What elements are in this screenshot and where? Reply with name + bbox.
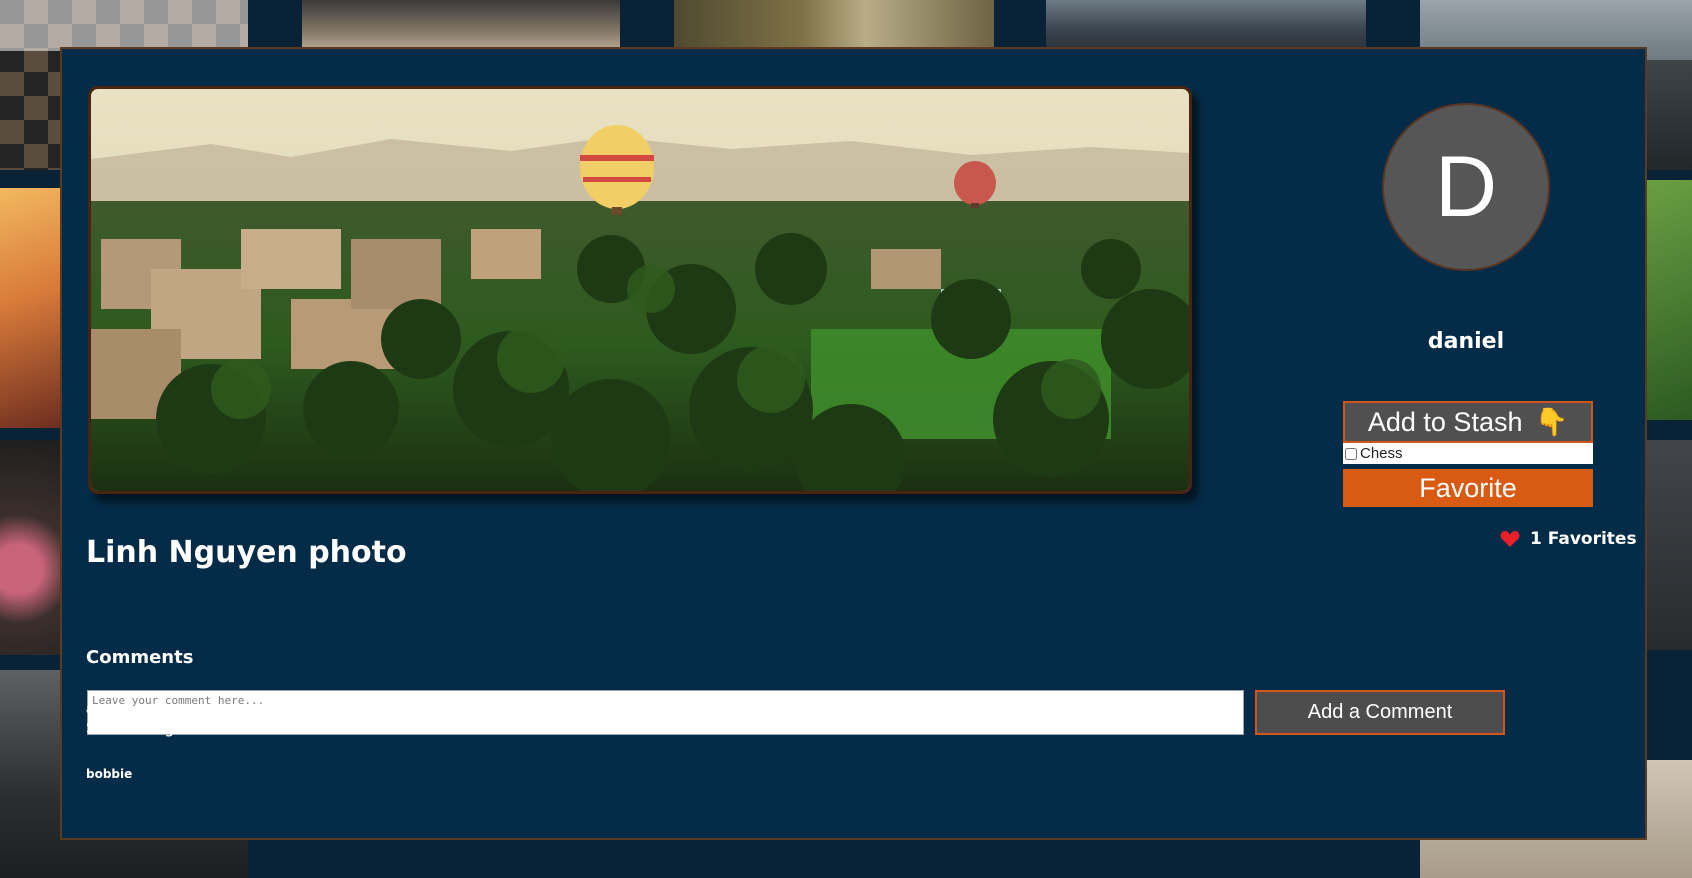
owner-username[interactable]: daniel (1382, 329, 1550, 354)
add-to-stash-button[interactable]: Add to Stash 👇 (1343, 401, 1593, 443)
comment-text: So calming to look at! (86, 718, 262, 737)
landscape-image (91, 89, 1189, 491)
stash-option-chess[interactable]: Chess (1343, 443, 1593, 464)
comment-item: andrew So calming to look at! (86, 702, 262, 737)
comment-author: bobbie (86, 767, 133, 781)
stash-option-checkbox[interactable] (1345, 447, 1357, 460)
favorite-button[interactable]: Favorite (1343, 469, 1593, 507)
hero-photo (88, 86, 1192, 494)
pointing-down-icon: 👇 (1534, 407, 1569, 437)
background-tile (1640, 60, 1692, 170)
favorites-count-text: 1 Favorites (1530, 529, 1637, 549)
background-tile (0, 188, 60, 428)
background-tile (1046, 0, 1366, 48)
background-tile (674, 0, 994, 48)
avatar-initial: D (1434, 138, 1498, 235)
comments-heading: Comments (86, 647, 194, 668)
background-tile (1640, 180, 1692, 420)
heart-icon (1500, 531, 1520, 547)
comment-item: bobbie (86, 767, 132, 781)
photo-detail-modal: Linh Nguyen photo Comments Add a Comment… (60, 47, 1647, 840)
favorites-count: 1 Favorites (1500, 529, 1637, 549)
background-tile (1640, 440, 1692, 650)
photo-title: Linh Nguyen photo (86, 535, 407, 570)
background-tile (302, 0, 620, 48)
comment-author: andrew (86, 702, 137, 716)
background-tile (0, 440, 60, 655)
add-to-stash-label: Add to Stash (1367, 406, 1523, 437)
avatar[interactable]: D (1382, 103, 1550, 271)
stash-option-label: Chess (1360, 445, 1403, 462)
add-comment-button[interactable]: Add a Comment (1255, 690, 1505, 735)
